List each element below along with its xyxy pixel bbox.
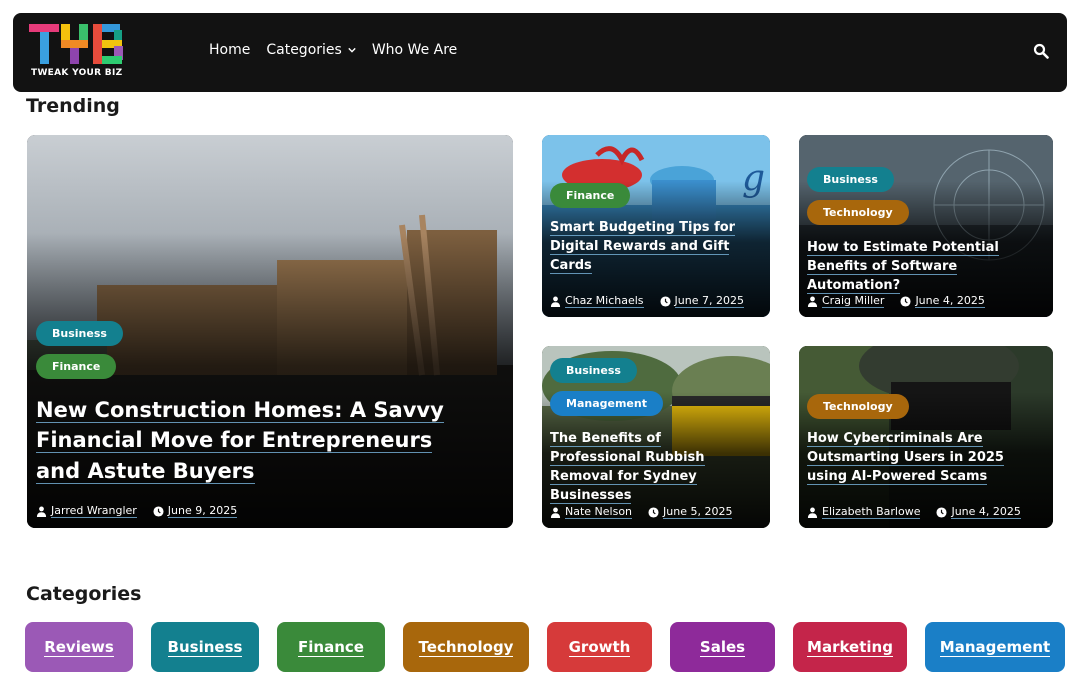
article-meta: Jarred Wrangler June 9, 2025 [36, 504, 253, 518]
badge-business[interactable]: Business [807, 167, 894, 192]
category-label: Reviews [44, 637, 114, 657]
post-date: June 5, 2025 [663, 505, 733, 519]
article-meta: Elizabeth Barlowe June 4, 2025 [807, 505, 1037, 519]
category-label: Management [939, 637, 1051, 657]
category-list: Reviews Business Finance Technology Grow… [25, 622, 1065, 672]
category-finance[interactable]: Finance [277, 622, 385, 672]
logo-text: TWEAK YOUR BIZ [31, 68, 123, 78]
badge-group: Business Finance [36, 321, 123, 379]
category-label: Finance [298, 637, 364, 657]
category-management[interactable]: Management [925, 622, 1065, 672]
category-business[interactable]: Business [151, 622, 259, 672]
category-label: Growth [568, 637, 631, 657]
nav-categories[interactable]: Categories [266, 42, 356, 58]
nav-categories-label: Categories [266, 42, 342, 58]
clock-icon [648, 506, 659, 518]
nav-who-we-are-label: Who We Are [371, 42, 458, 58]
user-icon [36, 506, 47, 517]
author-link[interactable]: Elizabeth Barlowe [807, 505, 921, 519]
badge-group: Business Technology [807, 167, 909, 225]
clock-icon [900, 295, 911, 307]
category-reviews[interactable]: Reviews [25, 622, 133, 672]
chevron-down-icon [348, 47, 356, 53]
article-title[interactable]: How Cybercriminals Are Outsmarting Users… [807, 430, 1047, 487]
nav-home[interactable]: Home [209, 42, 250, 58]
post-date: June 4, 2025 [915, 294, 985, 308]
categories-heading: Categories [26, 583, 142, 605]
date-link[interactable]: June 4, 2025 [900, 294, 985, 308]
badge-group: Finance [550, 183, 631, 208]
featured-article-card[interactable]: Business Finance New Construction Homes:… [27, 135, 513, 528]
site-header: TWEAK YOUR BIZ Home Categories Who We Ar… [13, 13, 1067, 92]
main-nav: Home Categories Who We Are [209, 42, 473, 58]
date-link[interactable]: June 5, 2025 [648, 505, 733, 519]
date-link[interactable]: June 4, 2025 [936, 505, 1021, 519]
badge-business[interactable]: Business [550, 358, 637, 383]
article-title-text: New Construction Homes: A Savvy Financia… [36, 398, 444, 484]
article-meta: Craig Miller June 4, 2025 [807, 294, 1001, 308]
badge-technology[interactable]: Technology [807, 200, 909, 225]
article-meta: Nate Nelson June 5, 2025 [550, 505, 748, 519]
badge-business[interactable]: Business [36, 321, 123, 346]
category-label: Sales [699, 637, 746, 657]
article-title-text: How Cybercriminals Are Outsmarting Users… [807, 431, 1004, 485]
user-icon [550, 507, 561, 518]
post-date: June 4, 2025 [951, 505, 1021, 519]
author-link[interactable]: Craig Miller [807, 294, 885, 308]
article-title-text: How to Estimate Potential Benefits of So… [807, 240, 999, 294]
category-marketing[interactable]: Marketing [793, 622, 907, 672]
category-technology[interactable]: Technology [403, 622, 529, 672]
badge-finance[interactable]: Finance [36, 354, 117, 379]
category-label: Business [167, 637, 243, 657]
badge-technology[interactable]: Technology [807, 394, 909, 419]
article-title-text: The Benefits of Professional Rubbish Rem… [550, 431, 705, 504]
post-date: June 7, 2025 [674, 294, 744, 308]
badge-finance[interactable]: Finance [550, 183, 631, 208]
author-name: Elizabeth Barlowe [822, 505, 921, 519]
article-card[interactable]: Technology How Cybercriminals Are Outsma… [799, 346, 1053, 528]
author-link[interactable]: Jarred Wrangler [36, 504, 137, 518]
author-name: Craig Miller [822, 294, 885, 308]
author-link[interactable]: Chaz Michaels [550, 294, 644, 308]
category-label: Marketing [807, 637, 893, 657]
article-card[interactable]: Business Management The Benefits of Prof… [542, 346, 770, 528]
badge-group: Business Management [550, 358, 663, 416]
article-title[interactable]: The Benefits of Professional Rubbish Rem… [550, 430, 755, 505]
article-title[interactable]: New Construction Homes: A Savvy Financia… [36, 395, 476, 486]
date-link[interactable]: June 7, 2025 [659, 294, 744, 308]
site-logo[interactable]: TWEAK YOUR BIZ [29, 24, 129, 84]
article-title-text: Smart Budgeting Tips for Digital Rewards… [550, 220, 736, 274]
nav-home-label: Home [209, 42, 251, 58]
category-label: Technology [418, 637, 514, 657]
trending-heading: Trending [26, 95, 120, 117]
category-sales[interactable]: Sales [670, 622, 775, 672]
user-icon [550, 296, 561, 307]
clock-icon [153, 505, 164, 517]
author-name: Chaz Michaels [565, 294, 644, 308]
user-icon [807, 507, 818, 518]
article-card[interactable]: Business Technology How to Estimate Pote… [799, 135, 1053, 317]
post-date: June 9, 2025 [167, 504, 238, 518]
category-growth[interactable]: Growth [547, 622, 652, 672]
article-title[interactable]: How to Estimate Potential Benefits of So… [807, 239, 1047, 296]
clock-icon [936, 506, 948, 518]
author-name: Jarred Wrangler [51, 504, 137, 518]
badge-management[interactable]: Management [550, 391, 663, 416]
badge-group: Technology [807, 394, 909, 419]
logo-mark-icon [29, 24, 123, 64]
article-meta: Chaz Michaels June 7, 2025 [550, 294, 760, 308]
article-card[interactable]: g Finance Smart Budgeting Tips for Digit… [542, 135, 770, 317]
article-title[interactable]: Smart Budgeting Tips for Digital Rewards… [550, 219, 755, 276]
nav-who-we-are[interactable]: Who We Are [372, 42, 457, 58]
clock-icon [659, 295, 671, 307]
author-link[interactable]: Nate Nelson [550, 505, 633, 519]
author-name: Nate Nelson [565, 505, 633, 519]
user-icon [807, 296, 818, 307]
date-link[interactable]: June 9, 2025 [153, 504, 238, 518]
search-icon[interactable] [1033, 43, 1049, 59]
